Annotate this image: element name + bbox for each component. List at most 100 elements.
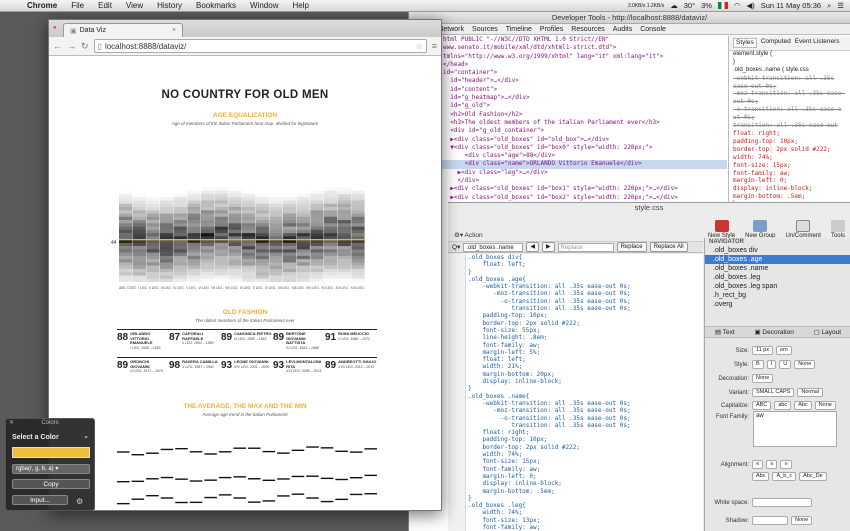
forward-icon[interactable]: →	[67, 41, 76, 51]
code-line[interactable]: font-size: 13px;	[468, 517, 703, 524]
code-line[interactable]: width: 74%;	[468, 451, 703, 458]
style-rule-line[interactable]: -o-transition: all .35s ease-o	[729, 106, 850, 114]
menu-history[interactable]: History	[150, 1, 189, 10]
code-line[interactable]: -moz-transition: all .35s ease-out 0s;	[468, 290, 703, 297]
tab-decoration[interactable]: ▣ Decoration	[754, 328, 793, 336]
code-line[interactable]: -moz-transition: all .35s ease-out 0s;	[468, 407, 703, 414]
copy-button[interactable]: Copy	[12, 479, 90, 489]
align-center-button[interactable]: ≡	[766, 460, 778, 469]
dom-node[interactable]: ▼<div class="old_boxes" id="box0" style=…	[443, 144, 727, 152]
tab-layout[interactable]: ▢ Layout	[814, 328, 841, 336]
small-caps-button[interactable]: SMALL CAPS	[752, 388, 795, 397]
style-rule-line[interactable]: margin-bottom: .5em;	[729, 193, 850, 201]
action-button[interactable]: ⚙▾ Action	[454, 231, 483, 239]
dom-node[interactable]: id="content">	[443, 86, 727, 94]
clock[interactable]: Sun 11 May 05:36	[761, 1, 821, 10]
capitalize-none-button[interactable]: None	[814, 401, 836, 410]
style-rule-line[interactable]: -webkit-transition: all .35s	[729, 75, 850, 83]
code-line[interactable]: display: inline-block;	[468, 480, 703, 487]
find-input[interactable]: .old_boxes .name	[463, 242, 524, 252]
menu-icon[interactable]: ≡	[432, 41, 437, 51]
code-line[interactable]: width: 21%;	[468, 363, 703, 370]
dom-node[interactable]: ▶<div class="old_boxes" id="box2" style=…	[443, 194, 727, 202]
code-line[interactable]: font-family: aw;	[468, 466, 703, 473]
dom-node[interactable]: <div class="name">ORLANDO Vittorio Emanu…	[409, 160, 727, 169]
close-tab-icon[interactable]: ×	[172, 27, 176, 34]
tab-text[interactable]: ▤ Text	[715, 328, 735, 336]
tab-styles[interactable]: Styles	[733, 38, 757, 48]
code-line[interactable]: }	[468, 495, 703, 502]
navigator-item[interactable]: .old_boxes div	[705, 246, 850, 255]
navigator-item[interactable]: .old_boxes .leg	[705, 273, 850, 282]
tab-computed[interactable]: Computed	[761, 38, 791, 48]
uppercase-button[interactable]: ABC	[752, 401, 772, 410]
style-rule-line[interactable]: margin-left: 0;	[729, 177, 850, 185]
style-rule-line[interactable]: ease-out 0s;	[729, 83, 850, 91]
replace-button[interactable]: Replace	[616, 242, 647, 252]
wifi-icon[interactable]: ◠	[734, 1, 741, 10]
code-line[interactable]: font-family: aw;	[468, 524, 703, 531]
close-icon[interactable]: ✕	[9, 419, 14, 428]
bookmark-star-icon[interactable]: ☆	[416, 42, 423, 51]
code-line[interactable]: margin-left: 0;	[468, 473, 703, 480]
style-rule-line[interactable]: transition: all .35s ease-out	[729, 122, 850, 130]
code-line[interactable]: display: inline-block;	[468, 378, 703, 385]
dom-node[interactable]: html PUBLIC "-//W3C//DTD XHTML 1.0 Stric…	[443, 36, 727, 44]
tab-sources[interactable]: Sources	[472, 26, 498, 33]
style-none-button[interactable]: None	[794, 360, 816, 369]
old-member-box[interactable]: 98 RAVERA CAMILLA X LEG. 1987 – 1992	[169, 358, 221, 385]
search-icon[interactable]: ⌕	[827, 1, 831, 11]
code-line[interactable]: margin-bottom: .5em;	[468, 488, 703, 495]
address-bar[interactable]: ▯ localhost:8888/dataviz/ ☆	[93, 39, 427, 53]
line-spacing-button[interactable]: Abc_De	[799, 472, 827, 481]
search-scope-icon[interactable]: Q▾	[452, 243, 460, 251]
tab-console[interactable]: Console	[640, 26, 666, 33]
style-rules[interactable]: element.style {} .old_boxes .name { style…	[729, 51, 850, 213]
menu-edit[interactable]: Edit	[91, 1, 119, 10]
code-line[interactable]: transition: all .35s ease-out 0s;	[468, 422, 703, 429]
dom-node[interactable]: ▶<div class="old_boxes" id="box1" style=…	[443, 185, 727, 193]
code-line[interactable]: font-size: 15px;	[468, 458, 703, 465]
italy-flag-icon[interactable]	[717, 2, 728, 9]
menu-help[interactable]: Help	[285, 1, 315, 10]
code-line[interactable]: .old_boxes div{	[468, 254, 703, 261]
shadow-color[interactable]	[752, 516, 788, 525]
back-icon[interactable]: ←	[53, 41, 62, 51]
align-left-button[interactable]: ≡	[752, 460, 764, 469]
browser-tab[interactable]: ▣ Data Viz ×	[63, 23, 183, 37]
style-rule-line[interactable]: .old_boxes .name { style.css	[729, 67, 850, 75]
letter-spacing-button[interactable]: Abc	[752, 472, 770, 481]
code-line[interactable]: -o-transition: all .35s ease-out 0s;	[468, 415, 703, 422]
code-line[interactable]: .old_boxes .leg{	[468, 502, 703, 509]
replace-all-button[interactable]: Replace All	[649, 242, 688, 252]
code-line[interactable]: padding-top: 10px;	[468, 312, 703, 319]
size-unit-select[interactable]: em	[776, 346, 792, 355]
code-line[interactable]: float: left;	[468, 356, 703, 363]
dom-node[interactable]: id="g_old">	[443, 102, 727, 110]
dom-node[interactable]: www.senato.it/mobile/xml/dtd/xhtml1-stri…	[443, 44, 727, 52]
style-rule-line[interactable]: }	[729, 59, 850, 67]
tab-network[interactable]: Network	[438, 26, 464, 33]
dom-node[interactable]: id="g_heatmap">…</div>	[443, 94, 727, 102]
style-rule-line[interactable]: border-top: 2px solid #222;	[729, 146, 850, 154]
code-line[interactable]: }	[468, 269, 703, 276]
align-right-button[interactable]: ≡	[780, 460, 792, 469]
old-member-box[interactable]: 88 ORLANDO VITTORIO EMANUELE I LEG. 1948 –…	[117, 330, 169, 357]
style-rule-line[interactable]: ut 0s;	[729, 114, 850, 122]
style-rule-line[interactable]: float: right;	[729, 130, 850, 138]
replace-input[interactable]: Replace	[557, 242, 614, 252]
tab-profiles[interactable]: Profiles	[540, 26, 563, 33]
underline-button[interactable]: U	[779, 360, 792, 369]
font-family-item[interactable]: aw	[756, 413, 764, 419]
style-rule-line[interactable]: element.style {	[729, 51, 850, 59]
old-member-box[interactable]: 93 LEONE GIOVANNI XIV LEG. 2001 – 2006	[221, 358, 273, 385]
variant-normal-button[interactable]: Normal	[797, 388, 824, 397]
gear-icon[interactable]: ⚙	[76, 497, 83, 506]
tab-resources[interactable]: Resources	[571, 26, 604, 33]
code-line[interactable]: border-top: 2px solid #222;	[468, 444, 703, 451]
color-swatch[interactable]	[12, 447, 90, 458]
code-line[interactable]: width: 74%;	[468, 509, 703, 516]
dom-node[interactable]: ▶<div class="old_boxes" id="old_box">…</…	[443, 136, 727, 144]
whitespace-select[interactable]	[752, 498, 812, 507]
capitalize-button[interactable]: Abc	[794, 401, 812, 410]
